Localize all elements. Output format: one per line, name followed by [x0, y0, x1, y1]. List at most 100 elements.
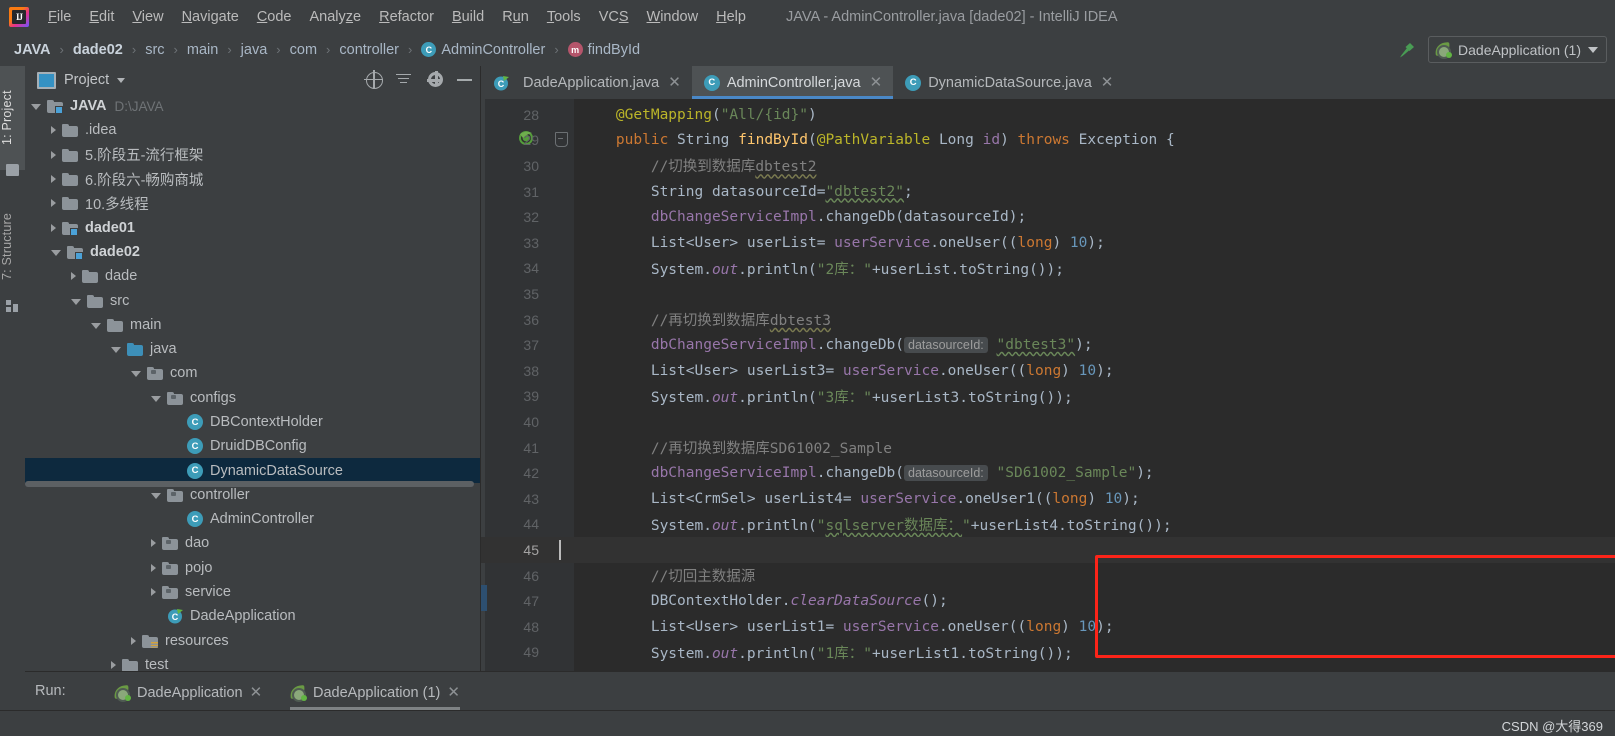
close-icon[interactable]: ✕	[250, 685, 263, 700]
tree-node-dade02[interactable]: dade02	[25, 240, 480, 264]
tree-node-5[interactable]: 5.阶段五-流行框架	[25, 143, 480, 167]
tree-node-admincontroller[interactable]: C AdminController	[25, 507, 480, 531]
tree-node-test[interactable]: test	[25, 653, 480, 671]
code-line-38[interactable]: 38 List<User> userList3= userService.one…	[481, 358, 1615, 384]
tree-node-dynamicdatasource[interactable]: C DynamicDataSource	[25, 458, 480, 483]
chevron-right-icon[interactable]	[51, 199, 56, 208]
code-line-32[interactable]: 32 dbChangeServiceImpl.changeDb(datasour…	[481, 204, 1615, 230]
code-line-31[interactable]: 31 String datasourceId="dbtest2";	[481, 179, 1615, 205]
code-line-40[interactable]: 40	[481, 409, 1615, 435]
chevron-down-icon[interactable]	[151, 492, 161, 499]
sidebar-item-project[interactable]: 1: Project	[0, 66, 25, 170]
tree-node-pojo[interactable]: pojo	[25, 556, 480, 580]
chevron-down-icon[interactable]	[51, 249, 61, 256]
code-line-33[interactable]: 33 List<User> userList= userService.oneU…	[481, 230, 1615, 256]
code-content[interactable]: 28 @GetMapping("All/{id}") 29 public Stri…	[481, 99, 1615, 671]
menu-item-analyze[interactable]: Analyze	[301, 6, 371, 28]
chevron-right-icon[interactable]	[51, 150, 56, 159]
code-line-34[interactable]: 34 System.out.println("2库："+userList.toS…	[481, 256, 1615, 282]
tree-node-com[interactable]: com	[25, 361, 480, 385]
menu-item-run[interactable]: Run	[493, 6, 538, 28]
breadcrumb-item-findbyid[interactable]: m findById	[566, 41, 642, 59]
minimize-icon[interactable]	[457, 72, 474, 89]
code-line-28[interactable]: 28 @GetMapping("All/{id}")	[481, 102, 1615, 128]
chevron-down-icon[interactable]	[1588, 46, 1598, 53]
tree-node-dade[interactable]: dade	[25, 264, 480, 288]
menu-item-code[interactable]: Code	[248, 6, 301, 28]
tree-node-druiddbconfig[interactable]: C DruidDBConfig	[25, 434, 480, 458]
menu-item-build[interactable]: Build	[443, 6, 493, 28]
chevron-right-icon[interactable]	[51, 175, 56, 184]
chevron-right-icon[interactable]	[111, 660, 116, 669]
editor-tab-dynamicdatasource[interactable]: C DynamicDataSource.java ✕	[893, 66, 1124, 99]
code-line-45[interactable]: 45	[481, 537, 1615, 563]
chevron-down-icon[interactable]	[117, 77, 126, 83]
gear-icon[interactable]	[427, 70, 445, 89]
code-line-42[interactable]: 42 dbChangeServiceImpl.changeDb(datasour…	[481, 460, 1615, 486]
menu-item-vcs[interactable]: VCS	[590, 6, 638, 28]
locate-icon[interactable]	[366, 71, 383, 89]
breadcrumb-item-java[interactable]: JAVA	[12, 41, 53, 59]
tree-node-service[interactable]: service	[25, 580, 480, 604]
run-tab-dadeapplication[interactable]: DadeApplication ✕	[113, 678, 263, 707]
breadcrumb-item-src[interactable]: src	[143, 41, 166, 59]
sidebar-item-structure[interactable]: 7: Structure	[0, 186, 25, 306]
breadcrumb-item-controller[interactable]: controller	[337, 41, 401, 59]
chevron-right-icon[interactable]	[151, 588, 156, 597]
chevron-right-icon[interactable]	[151, 563, 156, 572]
menu-item-help[interactable]: Help	[707, 6, 755, 28]
code-line-30[interactable]: 30 //切换到数据库dbtest2	[481, 153, 1615, 179]
hammer-icon[interactable]	[1396, 39, 1418, 61]
code-line-49[interactable]: 49 System.out.println("1库："+userList1.to…	[481, 640, 1615, 666]
menu-item-navigate[interactable]: Navigate	[173, 6, 248, 28]
editor-tab-admincontroller[interactable]: C AdminController.java ✕	[691, 66, 894, 99]
code-line-36[interactable]: 36 //再切换到数据库dbtest3	[481, 307, 1615, 333]
chevron-down-icon[interactable]	[151, 395, 161, 402]
chevron-down-icon[interactable]	[111, 347, 121, 354]
chevron-right-icon[interactable]	[51, 126, 56, 135]
code-line-39[interactable]: 39 System.out.println("3库："+userList3.to…	[481, 384, 1615, 410]
tree-node-src[interactable]: src	[25, 288, 480, 312]
breadcrumb-item-dade02[interactable]: dade02	[71, 41, 125, 59]
editor-tab-dadeapplication[interactable]: C DadeApplication.java ✕	[481, 66, 692, 99]
collapse-all-icon[interactable]	[395, 72, 412, 89]
tree-node-main[interactable]: main	[25, 313, 480, 337]
project-tree-horizontal-scrollbar[interactable]	[25, 481, 480, 487]
menu-item-tools[interactable]: Tools	[538, 6, 590, 28]
tree-node-dadeapplication[interactable]: C DadeApplication	[25, 604, 480, 628]
code-line-29[interactable]: 29 public String findById(@PathVariable …	[481, 128, 1615, 154]
tree-node-dbcontextholder[interactable]: C DBContextHolder	[25, 410, 480, 434]
breadcrumb-item-com[interactable]: com	[288, 41, 319, 59]
menu-item-view[interactable]: View	[123, 6, 172, 28]
run-configuration-selector[interactable]: DadeApplication (1)	[1428, 36, 1607, 63]
tree-node-dao[interactable]: dao	[25, 531, 480, 555]
tree-node-configs[interactable]: configs	[25, 386, 480, 410]
breadcrumb-item-admincontroller[interactable]: C AdminController	[419, 41, 547, 59]
menu-item-window[interactable]: Window	[638, 6, 708, 28]
code-line-43[interactable]: 43 List<CrmSel> userList4= userService.o…	[481, 486, 1615, 512]
tree-node-10[interactable]: 10.多线程	[25, 191, 480, 215]
tree-node-idea[interactable]: .idea	[25, 118, 480, 142]
close-icon[interactable]: ✕	[870, 75, 883, 90]
chevron-down-icon[interactable]	[31, 104, 41, 111]
tree-node-resources[interactable]: resources	[25, 629, 480, 653]
code-line-44[interactable]: 44 System.out.println("sqlserver数据库："+us…	[481, 512, 1615, 538]
breadcrumb-item-main[interactable]: main	[185, 41, 220, 59]
tree-node-6[interactable]: 6.阶段六-畅购商城	[25, 167, 480, 191]
menu-item-refactor[interactable]: Refactor	[370, 6, 443, 28]
code-editor[interactable]: 28 @GetMapping("All/{id}") 29 public Stri…	[481, 99, 1615, 671]
chevron-down-icon[interactable]	[131, 371, 141, 378]
close-icon[interactable]: ✕	[1101, 75, 1114, 90]
chevron-right-icon[interactable]	[151, 539, 156, 548]
close-icon[interactable]: ✕	[668, 75, 681, 90]
tree-node-java[interactable]: JAVA D:\JAVA	[25, 94, 480, 118]
code-line-47[interactable]: 47 DBContextHolder.clearDataSource();	[481, 588, 1615, 614]
tree-node-dade01[interactable]: dade01	[25, 215, 480, 239]
chevron-down-icon[interactable]	[71, 298, 81, 305]
chevron-right-icon[interactable]	[131, 636, 136, 645]
breadcrumb-item-java[interactable]: java	[239, 41, 270, 59]
code-line-46[interactable]: 46 //切回主数据源	[481, 563, 1615, 589]
chevron-right-icon[interactable]	[51, 223, 56, 232]
chevron-down-icon[interactable]	[91, 322, 101, 329]
chevron-right-icon[interactable]	[71, 272, 76, 281]
